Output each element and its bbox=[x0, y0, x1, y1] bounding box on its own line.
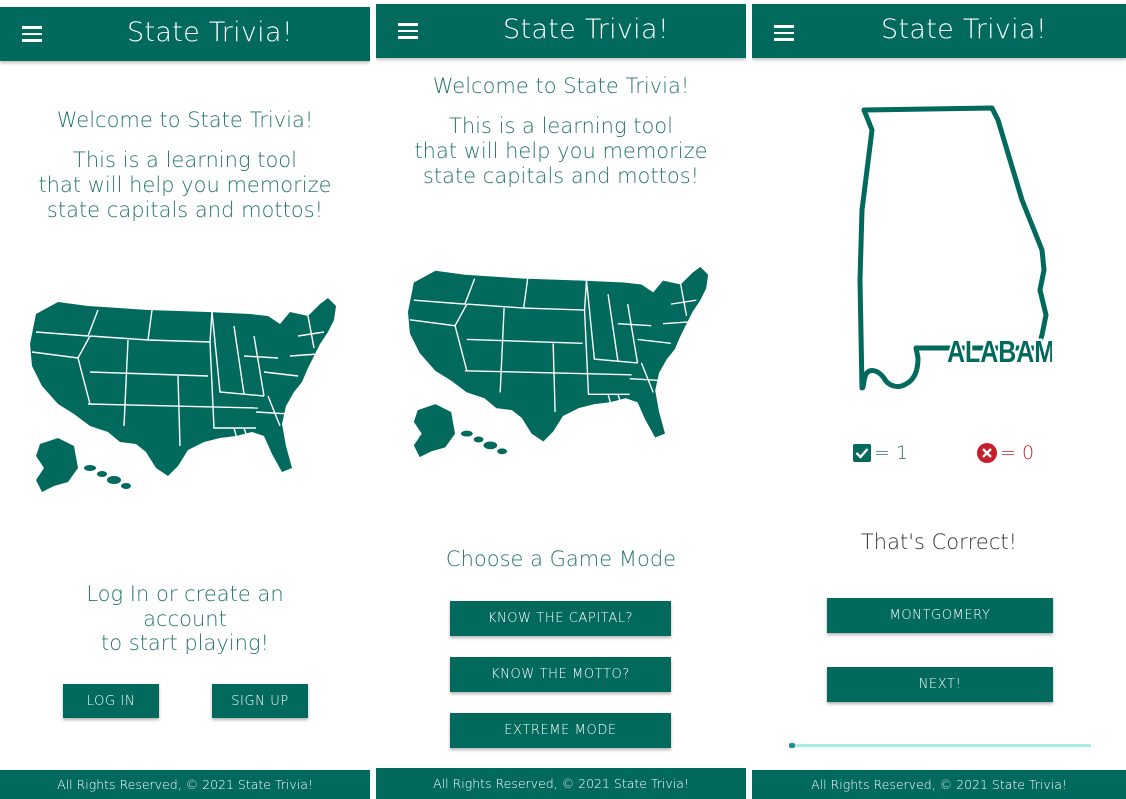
intro-text: This is a learning tool that will help y… bbox=[376, 114, 746, 189]
welcome-heading: Welcome to State Trivia! bbox=[432, 74, 690, 98]
app-title: State Trivia! bbox=[881, 14, 1047, 45]
us-mainland-shape bbox=[30, 298, 336, 476]
correct-score: = 1 bbox=[852, 442, 908, 464]
prompt-line: Log In or create an bbox=[86, 582, 284, 606]
hawaii-island-shape bbox=[497, 448, 508, 455]
progress-bar-fill bbox=[789, 743, 796, 748]
screen-quiz-result: State Trivia! ALABAMA = 1 = 0 That's Cor… bbox=[752, 0, 1126, 799]
incorrect-count: = 0 bbox=[1000, 442, 1035, 464]
choose-mode-heading: Choose a Game Mode bbox=[445, 547, 677, 571]
hawaii-island-shape bbox=[97, 471, 107, 477]
us-mainland-shape bbox=[407, 266, 709, 442]
intro-line: that will help you memorize bbox=[38, 173, 332, 197]
intro-line: This is a learning tool bbox=[449, 114, 673, 138]
prompt-line: to start playing! bbox=[101, 631, 269, 655]
app-bar: State Trivia! bbox=[376, 4, 746, 58]
us-map-image bbox=[407, 266, 709, 458]
footer: All Rights Reserved, © 2021 State Trivia… bbox=[752, 770, 1126, 799]
intro-line: that will help you memorize bbox=[414, 139, 708, 163]
state-name-label: ALABAMA bbox=[947, 334, 1052, 369]
correct-count: = 1 bbox=[874, 442, 909, 464]
intro-line: state capitals and mottos! bbox=[46, 198, 324, 222]
app-title: State Trivia! bbox=[503, 14, 669, 45]
footer: All Rights Reserved, © 2021 State Trivia… bbox=[376, 768, 746, 799]
answer-button[interactable]: MONTGOMERY bbox=[827, 598, 1053, 633]
know-capital-button[interactable]: KNOW THE CAPITAL? bbox=[450, 601, 671, 636]
progress-bar bbox=[789, 743, 1091, 748]
footer: All Rights Reserved, © 2021 State Trivia… bbox=[0, 770, 370, 799]
us-map-image bbox=[30, 298, 336, 492]
cancel-circle-icon bbox=[977, 443, 997, 463]
app-bar: State Trivia! bbox=[0, 7, 370, 61]
hawaii-island-shape bbox=[84, 465, 96, 471]
result-message: That's Correct! bbox=[860, 530, 1018, 554]
screen-welcome-login: State Trivia! Welcome to State Trivia! T… bbox=[0, 0, 370, 799]
know-motto-button[interactable]: KNOW THE MOTTO? bbox=[450, 657, 671, 692]
signup-button[interactable]: SIGN UP bbox=[212, 684, 308, 718]
hawaii-island-shape bbox=[473, 436, 484, 443]
prompt-line: account bbox=[143, 606, 227, 631]
intro-line: state capitals and mottos! bbox=[422, 164, 700, 188]
alabama-outline-image: ALABAMA bbox=[857, 105, 1052, 391]
alaska-shape bbox=[413, 404, 456, 458]
next-button[interactable]: NEXT! bbox=[827, 667, 1053, 702]
hawaii-island-shape bbox=[121, 483, 131, 489]
intro-text: This is a learning tool that will help y… bbox=[0, 148, 370, 223]
hamburger-menu-icon[interactable] bbox=[774, 25, 794, 41]
hamburger-menu-icon[interactable] bbox=[22, 26, 42, 42]
hawaii-island-shape bbox=[107, 476, 121, 484]
hawaii-island-shape bbox=[460, 430, 473, 437]
extreme-mode-button[interactable]: EXTREME MODE bbox=[450, 713, 671, 748]
intro-line: This is a learning tool bbox=[73, 148, 297, 172]
hamburger-menu-icon[interactable] bbox=[398, 23, 418, 39]
hawaii-island-shape bbox=[483, 441, 498, 450]
welcome-heading: Welcome to State Trivia! bbox=[56, 108, 314, 132]
login-prompt: Log In or create an account to start pla… bbox=[0, 582, 370, 656]
app-title: State Trivia! bbox=[127, 17, 293, 48]
checkbox-checked-icon bbox=[853, 444, 871, 462]
incorrect-score: = 0 bbox=[976, 442, 1034, 464]
app-bar: State Trivia! bbox=[752, 4, 1126, 58]
login-button[interactable]: LOG IN bbox=[63, 684, 159, 718]
alaska-shape bbox=[36, 438, 78, 492]
screen-game-mode: State Trivia! Welcome to State Trivia! T… bbox=[376, 0, 746, 799]
